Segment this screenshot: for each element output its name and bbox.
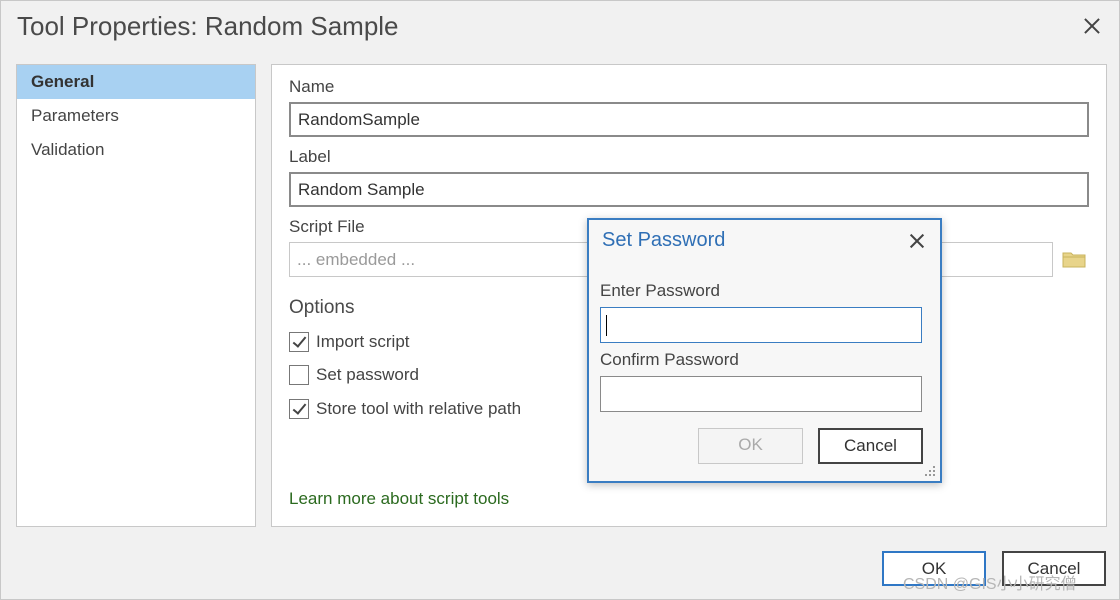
sidebar-item-validation[interactable]: Validation: [17, 133, 255, 167]
dialog-close-icon[interactable]: [908, 232, 926, 250]
relative-path-label: Store tool with relative path: [316, 399, 522, 418]
tool-properties-window: Tool Properties: Random Sample General P…: [0, 0, 1120, 600]
label-label: Label: [289, 147, 331, 166]
resize-grip-icon[interactable]: [925, 466, 937, 478]
sidebar-item-parameters[interactable]: Parameters: [17, 99, 255, 133]
import-script-option[interactable]: Import script: [289, 331, 410, 353]
window-title: Tool Properties: Random Sample: [17, 11, 399, 41]
confirm-password-input[interactable]: [600, 376, 922, 412]
enter-password-input[interactable]: [600, 307, 922, 343]
text-caret: [606, 315, 607, 336]
label-field[interactable]: Random Sample: [289, 172, 1089, 207]
set-password-checkbox[interactable]: [289, 365, 309, 385]
dialog-title: Set Password: [602, 229, 726, 251]
confirm-password-label: Confirm Password: [600, 350, 739, 369]
relative-path-option[interactable]: Store tool with relative path: [289, 398, 521, 420]
set-password-option[interactable]: Set password: [289, 364, 419, 386]
sidebar-item-general[interactable]: General: [17, 65, 255, 99]
set-password-dialog: Set Password Enter Password Confirm Pass…: [587, 218, 942, 483]
script-file-label: Script File: [289, 217, 365, 236]
relative-path-checkbox[interactable]: [289, 399, 309, 419]
dialog-cancel-button[interactable]: Cancel: [818, 428, 923, 464]
close-icon[interactable]: [1081, 15, 1103, 37]
import-script-checkbox[interactable]: [289, 332, 309, 352]
sidebar-nav: General Parameters Validation: [16, 64, 256, 527]
import-script-label: Import script: [316, 332, 410, 351]
folder-icon[interactable]: [1062, 250, 1086, 268]
watermark: CSDN @GIS小小研究僧: [903, 576, 1077, 593]
learn-more-link[interactable]: Learn more about script tools: [289, 489, 509, 509]
enter-password-label: Enter Password: [600, 281, 720, 300]
options-heading: Options: [289, 297, 355, 318]
dialog-ok-button[interactable]: OK: [698, 428, 803, 464]
set-password-label: Set password: [316, 365, 419, 384]
name-label: Name: [289, 77, 335, 96]
name-field[interactable]: RandomSample: [289, 102, 1089, 137]
